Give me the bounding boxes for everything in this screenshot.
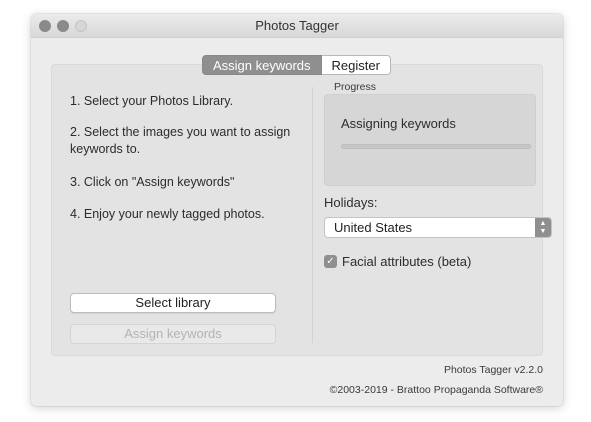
- app-window: Photos Tagger Assign keywords Register 1…: [31, 14, 563, 406]
- tab-bar: Assign keywords Register: [202, 55, 391, 75]
- title-bar: Photos Tagger: [31, 14, 563, 38]
- holidays-select[interactable]: United States ▲ ▼: [324, 217, 552, 238]
- facial-attributes-checkbox[interactable]: ✓: [324, 255, 337, 268]
- progress-box: Assigning keywords: [324, 94, 536, 186]
- facial-attributes-label: Facial attributes (beta): [342, 254, 472, 269]
- version-text: Photos Tagger v2.2.0: [443, 364, 543, 376]
- panel-divider: [312, 87, 313, 343]
- progress-bar: [341, 144, 531, 149]
- assign-keywords-button[interactable]: Assign keywords: [70, 324, 276, 344]
- tab-register[interactable]: Register: [321, 55, 391, 75]
- instruction-step-4: 4. Enjoy your newly tagged photos.: [70, 207, 265, 221]
- checkmark-icon: ✓: [326, 256, 335, 267]
- holidays-label: Holidays:: [324, 195, 378, 210]
- up-down-chevron-icon: ▲ ▼: [535, 218, 551, 237]
- copyright-text: ©2003-2019 - Brattoo Propaganda Software…: [329, 384, 543, 396]
- tab-content-panel: 1. Select your Photos Library. 2. Select…: [51, 64, 552, 356]
- instruction-step-3: 3. Click on "Assign keywords": [70, 175, 235, 189]
- select-library-button[interactable]: Select library: [70, 293, 276, 313]
- window-title: Photos Tagger: [255, 18, 339, 33]
- holidays-selected-value: United States: [334, 220, 413, 235]
- progress-label: Progress: [334, 81, 377, 93]
- progress-status: Assigning keywords: [341, 116, 456, 131]
- tab-assign-keywords[interactable]: Assign keywords: [202, 55, 322, 75]
- instruction-step-1: 1. Select your Photos Library.: [70, 94, 234, 108]
- instruction-step-2: 2. Select the images you want to assign …: [70, 125, 291, 156]
